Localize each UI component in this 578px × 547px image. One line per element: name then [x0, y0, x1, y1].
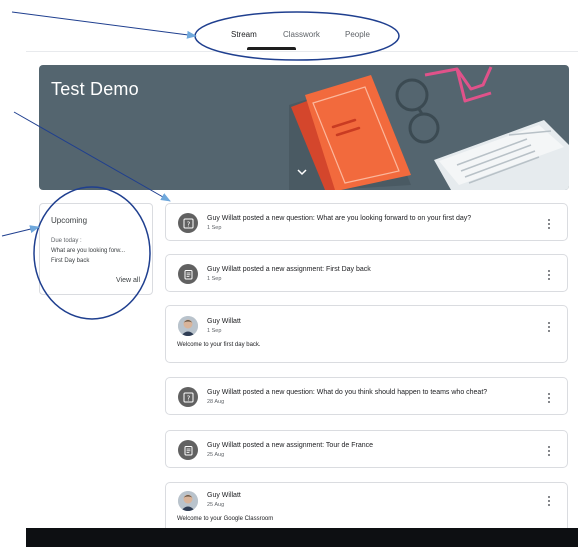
- more-options-icon[interactable]: [547, 322, 550, 333]
- class-tab-bar: Stream Classwork People: [26, 0, 578, 52]
- class-banner: Test Demo: [39, 65, 569, 190]
- avatar: [178, 491, 198, 511]
- more-options-icon[interactable]: [547, 446, 550, 457]
- more-options-icon[interactable]: [547, 393, 550, 404]
- post-date: 1 Sep: [207, 225, 222, 231]
- view-all-link[interactable]: View all: [116, 277, 140, 284]
- stream-post-assignment[interactable]: Guy Willatt posted a new assignment: Tou…: [165, 430, 568, 468]
- question-icon: ?: [178, 213, 198, 233]
- post-date: 25 Aug: [207, 452, 225, 458]
- active-tab-indicator: [247, 47, 296, 50]
- more-options-icon[interactable]: [547, 270, 550, 281]
- bottom-screen-edge: [26, 528, 578, 547]
- chevron-down-icon[interactable]: [295, 165, 309, 179]
- stream-post-assignment[interactable]: Guy Willatt posted a new assignment: Fir…: [165, 254, 568, 292]
- post-body: Welcome to your first day back.: [177, 342, 261, 348]
- question-icon: ?: [178, 387, 198, 407]
- post-date: 28 Aug: [207, 399, 225, 405]
- tab-classwork[interactable]: Classwork: [283, 30, 320, 39]
- upcoming-item[interactable]: First Day back: [51, 258, 89, 264]
- upcoming-card: Upcoming Due today : What are you lookin…: [39, 203, 153, 295]
- post-date: 1 Sep: [207, 328, 222, 334]
- more-options-icon[interactable]: [547, 219, 550, 230]
- upcoming-due-label: Due today :: [51, 238, 82, 244]
- avatar: [178, 316, 198, 336]
- post-title[interactable]: Guy Willatt posted a new assignment: Fir…: [207, 266, 371, 273]
- post-author[interactable]: Guy Willatt: [207, 318, 241, 325]
- post-title[interactable]: Guy Willatt posted a new question: What …: [207, 389, 487, 396]
- tab-people[interactable]: People: [345, 30, 370, 39]
- upcoming-title: Upcoming: [51, 216, 88, 225]
- post-title[interactable]: Guy Willatt posted a new question: What …: [207, 215, 471, 222]
- assignment-icon: [178, 440, 198, 460]
- tab-stream[interactable]: Stream: [231, 30, 257, 39]
- stream-post-announcement[interactable]: Guy Willatt 1 Sep Welcome to your first …: [165, 305, 568, 363]
- stream-post-question[interactable]: ? Guy Willatt posted a new question: Wha…: [165, 377, 568, 415]
- svg-text:?: ?: [186, 394, 190, 402]
- post-date: 1 Sep: [207, 276, 222, 282]
- stream-post-question[interactable]: ? Guy Willatt posted a new question: Wha…: [165, 203, 568, 241]
- post-title[interactable]: Guy Willatt posted a new assignment: Tou…: [207, 442, 373, 449]
- annotation-arrow-upcoming: [1, 225, 40, 237]
- assignment-icon: [178, 264, 198, 284]
- class-title: Test Demo: [51, 79, 139, 99]
- more-options-icon[interactable]: [547, 496, 550, 507]
- svg-text:?: ?: [186, 220, 190, 228]
- post-date: 25 Aug: [207, 502, 225, 508]
- upcoming-item[interactable]: What are you looking forw...: [51, 248, 125, 254]
- post-body: Welcome to your Google Classroom: [177, 516, 274, 522]
- post-author[interactable]: Guy Willatt: [207, 492, 241, 499]
